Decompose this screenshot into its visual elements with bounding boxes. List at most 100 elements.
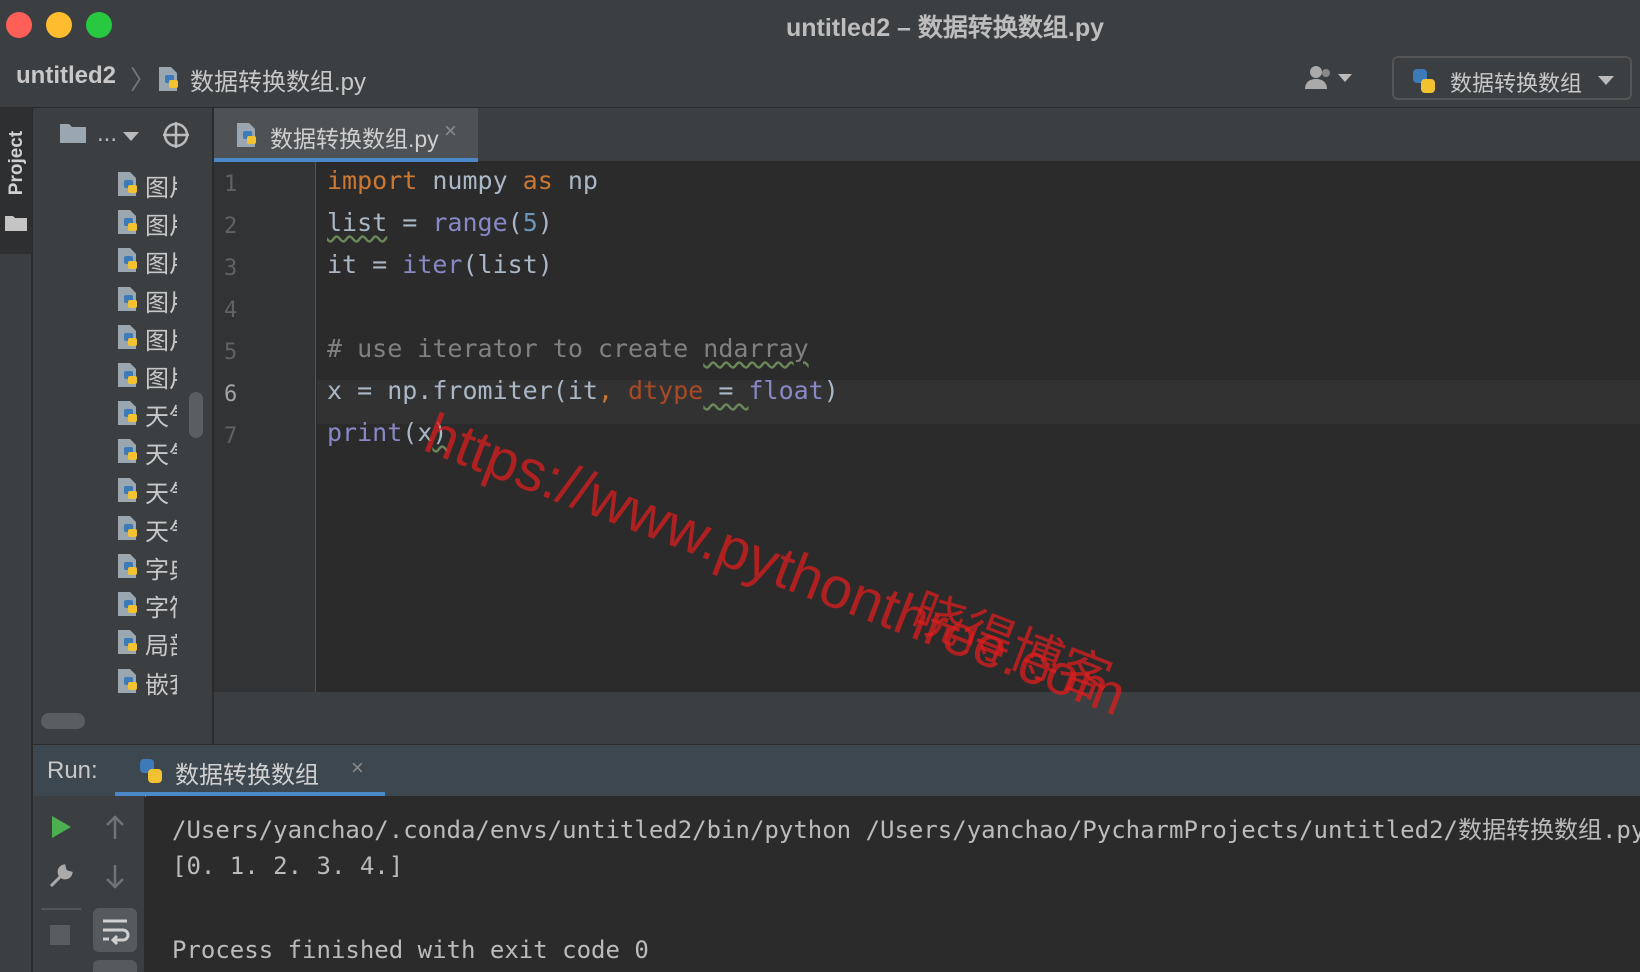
breadcrumb-file[interactable]: 数据转换数组.py — [190, 62, 366, 97]
code-token: = — [703, 376, 749, 405]
file-tree-item[interactable]: 天气 — [115, 433, 183, 470]
file-tree-item[interactable]: 嵌套 — [115, 663, 183, 699]
file-tree-item-label: 图片 — [145, 289, 177, 317]
folder-icon[interactable] — [59, 122, 87, 149]
file-tree-item[interactable]: 局部 — [115, 624, 183, 661]
code-token: ) — [823, 376, 839, 405]
run-configuration-label: 数据转换数组 — [1450, 71, 1583, 96]
code-token: ( — [507, 208, 523, 237]
code-line-2: list = range(5) — [327, 208, 553, 237]
file-tree-item-label: 图片 — [145, 251, 177, 279]
file-tree-item[interactable]: 图片 — [115, 242, 183, 279]
vertical-scrollbar[interactable] — [189, 392, 203, 438]
code-token: it = — [327, 250, 403, 279]
navigation-bar: untitled2 〉 数据转换数组.py 数据转换数组 — [0, 48, 1640, 108]
code-token: ) — [537, 208, 553, 237]
file-tree-item-label: 图片 — [145, 366, 177, 393]
run-console-output[interactable]: /Users/yanchao/.conda/envs/untitled2/bin… — [146, 796, 1640, 972]
python-file-icon — [234, 122, 260, 153]
arrow-up-icon[interactable] — [103, 814, 127, 847]
python-icon — [1410, 67, 1438, 100]
file-tree-item[interactable]: 图片 — [115, 319, 183, 355]
file-tree-item-label: 局部 — [145, 633, 177, 661]
chevron-down-icon[interactable] — [123, 132, 139, 141]
left-tool-strip: Project — [0, 108, 32, 972]
run-panel-header: Run: 数据转换数组 × — [33, 744, 1640, 797]
close-icon[interactable]: × — [444, 118, 457, 144]
code-token: 5 — [522, 208, 538, 237]
file-tree-item-label: 字符 — [145, 595, 177, 623]
file-tree-item[interactable]: 图片 — [115, 281, 183, 317]
rerun-play-icon[interactable] — [49, 814, 73, 845]
line-number: 4 — [224, 298, 238, 323]
python-file-icon — [115, 668, 141, 699]
code-token: ndarray — [703, 334, 809, 363]
arrow-down-icon[interactable] — [103, 862, 127, 895]
python-icon — [137, 757, 165, 790]
file-tree-item[interactable]: 图片 — [115, 166, 183, 202]
tab-editor-file[interactable]: 数据转换数组.py × — [214, 108, 478, 162]
code-token: , — [597, 376, 629, 405]
run-toolbar — [33, 796, 145, 972]
python-file-icon — [115, 438, 141, 469]
project-tool-tab[interactable]: Project — [0, 108, 32, 254]
file-tree-item[interactable]: 字符 — [115, 586, 183, 623]
tab-run-config[interactable]: 数据转换数组 × — [115, 745, 385, 797]
chevron-down-icon — [1598, 76, 1614, 85]
code-token: np — [552, 166, 598, 195]
file-tree-item[interactable]: 字典 — [115, 548, 183, 584]
file-tree-item[interactable]: 天气 — [115, 472, 183, 508]
python-file-icon — [115, 362, 141, 393]
soft-wrap-button[interactable] — [93, 908, 137, 952]
line-number: 5 — [224, 340, 238, 365]
code-token: dtype — [628, 376, 704, 405]
python-file-icon — [115, 171, 141, 202]
editor-status-strip — [214, 692, 1640, 744]
code-line-5: # use iterator to create ndarray — [327, 334, 809, 363]
python-file-icon — [115, 400, 141, 431]
code-token: = — [387, 208, 433, 237]
file-tree-item[interactable]: 图片 — [115, 357, 183, 393]
code-token: iter — [402, 250, 463, 279]
file-tree-item[interactable]: 图片 — [115, 204, 183, 241]
code-token: range — [432, 208, 508, 237]
project-panel: ... 图片图片图片图片图片图片天气天气天气天气字典字符局部嵌套 — [33, 108, 213, 744]
python-file-icon — [115, 286, 141, 317]
file-tree-item-label: 天气 — [145, 442, 177, 470]
code-token: float — [748, 376, 824, 405]
line-number: 3 — [224, 256, 238, 281]
code-line-1: import numpy as np — [327, 166, 598, 195]
window-title: untitled2 – 数据转换数组.py — [785, 14, 1105, 42]
file-tree-item-label: 嵌套 — [145, 671, 177, 699]
code-line-3: it = iter(list) — [327, 250, 553, 279]
user-icon[interactable] — [1304, 64, 1334, 95]
run-tab-label: 数据转换数组 — [175, 762, 319, 789]
horizontal-scrollbar[interactable] — [41, 713, 85, 729]
scroll-to-end-button[interactable] — [93, 960, 137, 972]
title-bar: untitled2 – 数据转换数组.py — [0, 0, 1640, 48]
run-panel-title: Run: — [47, 757, 98, 784]
python-file-icon — [115, 477, 141, 508]
chevron-down-icon[interactable] — [1338, 74, 1352, 82]
code-token: as — [522, 166, 553, 195]
code-line-6: x = np.fromiter(it, dtype = float) — [327, 376, 839, 405]
code-token: # use iterator to create — [327, 334, 704, 363]
file-tree-item-label: 图片 — [145, 213, 177, 241]
line-number-gutter: 1 2 3 4 5 6 7 — [214, 162, 316, 692]
locate-icon[interactable] — [161, 120, 191, 155]
run-configuration-selector[interactable]: 数据转换数组 — [1392, 56, 1632, 100]
line-number: 7 — [224, 424, 238, 449]
wrench-icon[interactable] — [47, 862, 75, 895]
stop-icon[interactable] — [49, 924, 71, 951]
console-line: /Users/yanchao/.conda/envs/untitled2/bin… — [172, 816, 1640, 844]
line-number: 2 — [224, 214, 238, 239]
breadcrumb-project[interactable]: untitled2 — [16, 62, 116, 90]
code-token: numpy — [417, 166, 523, 195]
file-tree-item-label: 字典 — [145, 557, 177, 584]
close-icon[interactable]: × — [351, 755, 364, 781]
project-view-selector[interactable]: ... — [97, 120, 117, 148]
python-file-icon — [115, 553, 141, 584]
file-tree-item[interactable]: 天气 — [115, 395, 183, 431]
file-tree-item[interactable]: 天气 — [115, 510, 183, 546]
python-file-icon — [115, 515, 141, 546]
